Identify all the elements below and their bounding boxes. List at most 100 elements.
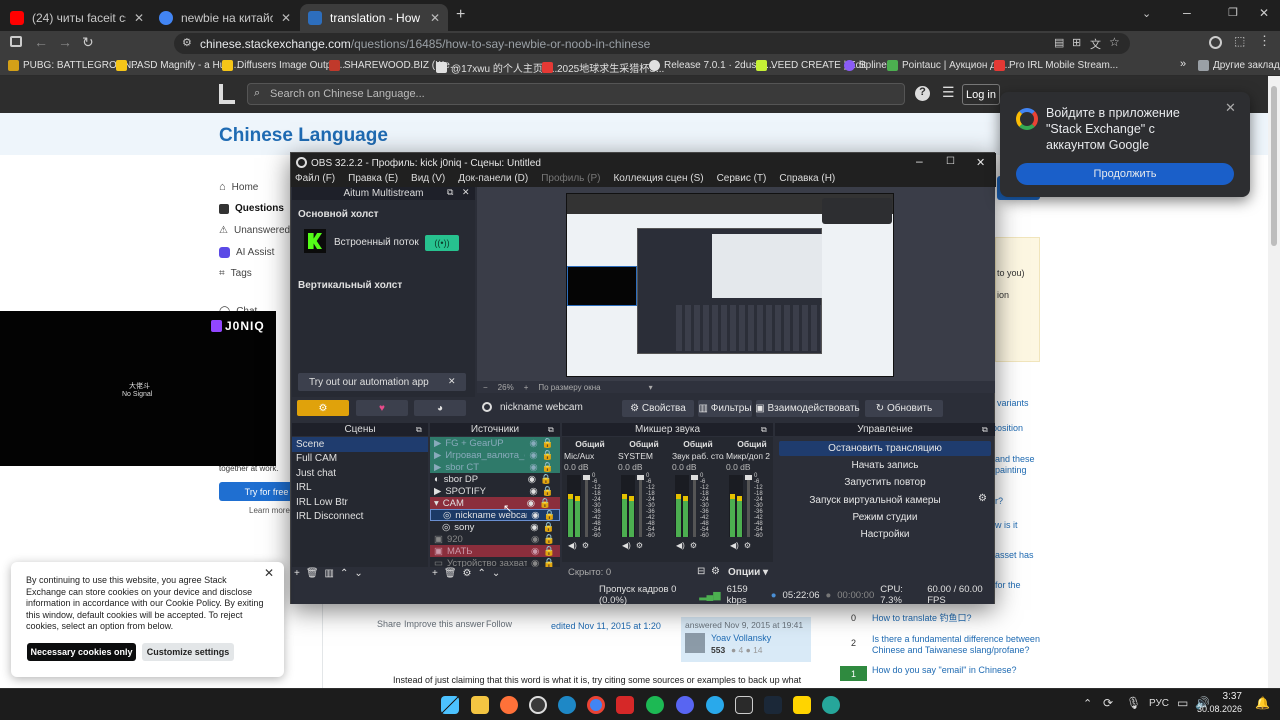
obs-window[interactable]: OBS 32.2.2 - Профиль: kick j0niq - Сцены… [290,152,996,606]
close-window-icon[interactable]: ✕ [1259,6,1269,20]
source-item[interactable]: ▶ sbor CT ◉ 🔒 [430,461,560,473]
source-item[interactable]: ▶ SPOTIFY ◉ 🔒 [430,485,560,497]
settings-button[interactable]: Настройки [779,527,991,542]
customize-settings-button[interactable]: Customize settings [142,643,234,661]
eye-icon[interactable]: ◉ [527,498,535,509]
start-icon[interactable] [441,696,459,714]
related-fragment[interactable]: w is it [995,520,1018,530]
app-icon[interactable] [735,696,753,714]
related-fragment[interactable]: painting [995,465,1027,475]
address-bar[interactable]: ⚙ chinese.stackexchange.com/questions/16… [174,33,1130,54]
float-icon[interactable]: ⧉ [982,425,988,435]
login-button[interactable]: Log in [962,84,1000,105]
profile-icon[interactable] [1209,36,1222,49]
gear-icon[interactable]: ⚙ [690,541,697,550]
notifications-icon[interactable]: 🔔 [1255,696,1270,710]
virtual-camera-gear-icon[interactable]: ⚙ [978,493,987,504]
float-icon[interactable]: ⧉ [416,425,422,435]
float-icon[interactable]: ⧉ [447,187,453,198]
menu-tools[interactable]: Сервис (T) [717,173,767,187]
maximize-icon[interactable]: ❐ [1228,6,1238,19]
share-link[interactable]: Share [377,619,401,629]
gear-icon[interactable]: ⚙ [744,541,751,550]
stream-status-icon[interactable]: ((•)) [425,235,459,251]
bookmark[interactable]: Pointauc | Аукцион дл... [887,60,1010,71]
video-player[interactable]: J0NIQ 大佬斗 No Signal [0,311,276,466]
firefox-icon[interactable] [500,696,518,714]
close-icon[interactable]: ✕ [448,376,456,387]
channel-name[interactable]: Микр/доп 2 [726,451,773,462]
options-button[interactable]: Опции ▾ [728,567,768,578]
properties-button[interactable]: ⚙ Свойства [622,400,694,417]
channel-name[interactable]: Mic/Aux [564,451,616,462]
help-icon[interactable]: ? [915,86,930,101]
zoom-out-icon[interactable]: − [483,383,488,392]
stackexchange-logo-icon[interactable] [219,84,235,104]
lock-icon[interactable]: 🔒 [542,450,554,461]
eye-icon[interactable]: ◉ [530,522,538,533]
page-scrollbar[interactable] [1268,76,1280,688]
app-icon[interactable] [822,696,840,714]
eye-icon[interactable]: ◉ [531,534,539,545]
browser-tab[interactable]: (24) читы faceit cs2 - YouTube ✕ [2,4,152,31]
refresh-button[interactable]: ↻ Обновить [865,400,943,417]
close-icon[interactable]: ✕ [1225,100,1236,116]
related-fragment[interactable]: for the [995,580,1021,590]
mixer-settings-icon[interactable]: ⚙ [711,566,720,577]
related-question-link[interactable]: How to translate 钓鱼口? [872,611,972,624]
nav-home[interactable]: ⌂ Home [219,181,258,193]
source-item[interactable]: ▶ Игровая_валюта_dr ◉ 🔒 [430,449,560,461]
bookmark[interactable]: Pro IRL Mobile Stream... [994,60,1118,71]
menu-file[interactable]: Файл (F) [295,173,335,187]
discord-icon[interactable] [676,696,694,714]
mic-icon[interactable]: 🎙 [1126,696,1141,710]
volume-fader[interactable] [583,475,590,537]
fader-handle[interactable] [745,475,752,480]
lock-icon[interactable]: 🔒 [543,534,555,545]
input-language[interactable]: РУС [1149,698,1169,709]
fader-handle[interactable] [691,475,698,480]
new-tab-icon[interactable]: + [456,6,465,24]
volume-fader[interactable] [745,475,752,537]
move-down-icon[interactable]: ⌄ [492,568,500,579]
reload-icon[interactable]: ↻ [82,34,94,51]
source-item[interactable]: ▣ МАТЬ ◉ 🔒 [430,545,560,557]
related-fragment[interactable]: position [992,423,1023,433]
channel-name[interactable]: Звук раб. стола 2 [672,451,724,462]
speaker-icon[interactable]: ◀) [622,541,631,550]
improve-link[interactable]: Improve this answer [404,619,485,629]
source-item[interactable]: ◎ sony ◉ 🔒 [430,521,560,533]
site-search-input[interactable]: ⌕ Search on Chinese Language... [247,83,905,105]
scene-item[interactable]: Full CAM [292,452,428,467]
lock-icon[interactable]: 🔒 [540,474,552,485]
clock-time[interactable]: 3:37 [1212,691,1242,702]
channel-name[interactable]: SYSTEM [618,451,670,462]
minimize-icon[interactable]: – [916,154,923,168]
related-fragment[interactable]: r? [995,496,1003,506]
source-item[interactable]: ▶ FG + GearUP ◉ 🔒 [430,437,560,449]
network-icon[interactable]: ▭ [1177,696,1188,710]
move-down-icon[interactable]: ⌄ [354,568,362,579]
preview-canvas[interactable] [566,193,894,377]
source-item-selected[interactable]: ◎ nickname webcam ◉ 🔒 [430,509,560,521]
menu-edit[interactable]: Правка (E) [348,173,398,187]
gear-icon[interactable]: ⚙ [582,541,589,550]
interact-button[interactable]: ▣ Взаимодействовать [755,400,860,417]
related-fragment[interactable]: and these [995,454,1035,464]
close-icon[interactable]: ✕ [281,11,291,25]
extensions-icon[interactable]: ⬚ [1234,34,1245,48]
nav-unanswered[interactable]: ⚠ Unanswered [219,225,290,236]
source-item[interactable]: ▣ 920 ◉ 🔒 [430,533,560,545]
move-up-icon[interactable]: ⌃ [478,568,486,579]
filters-button[interactable]: ▥ Фильтры [698,400,752,417]
eye-icon[interactable]: ◉ [529,450,537,461]
eye-icon[interactable]: ◉ [529,486,537,497]
lock-icon[interactable]: 🔒 [542,462,554,473]
telegram-icon[interactable] [706,696,724,714]
mixer-layout-icon[interactable]: ⊟ [697,566,705,577]
nav-ai-assist[interactable]: AI Assist [219,247,274,258]
file-explorer-icon[interactable] [471,696,489,714]
stop-stream-button[interactable]: Остановить трансляцию [779,441,991,456]
menu-view[interactable]: Вид (V) [411,173,445,187]
browser-tab-active[interactable]: translation - How to say "newbie ✕ [300,4,448,31]
